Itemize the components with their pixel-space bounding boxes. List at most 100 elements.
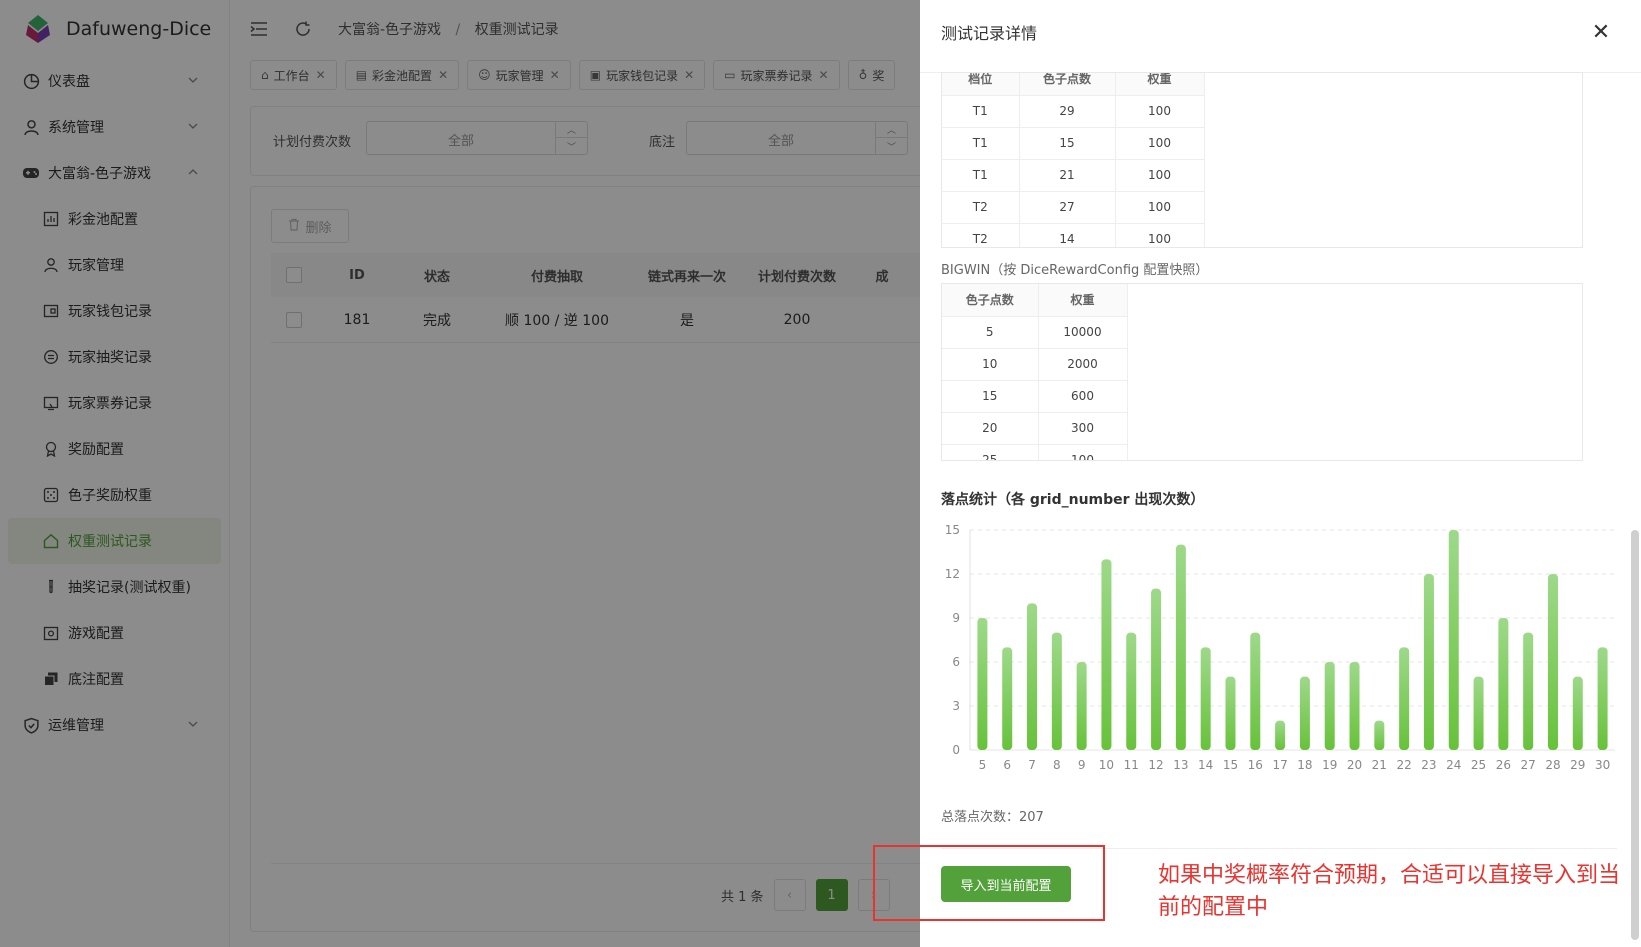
cell-weight: 300 — [1038, 412, 1128, 445]
bar — [1374, 720, 1385, 750]
bar — [1151, 588, 1162, 750]
table-row: T1 21 100 — [942, 159, 1205, 192]
cell-points: 21 — [1019, 159, 1116, 192]
modal-overlay[interactable] — [0, 0, 920, 947]
x-tick-label: 16 — [1248, 758, 1263, 772]
bar — [1473, 676, 1484, 750]
col-weight: 权重 — [1038, 284, 1128, 317]
col-weight: 权重 — [1115, 73, 1205, 96]
x-tick-label: 17 — [1272, 758, 1287, 772]
table-row: T2 14 100 — [942, 223, 1205, 247]
x-tick-label: 14 — [1198, 758, 1213, 772]
bar — [1597, 647, 1608, 750]
cell-weight: 100 — [1115, 223, 1205, 247]
cell-tier: T2 — [942, 223, 1020, 247]
x-tick-label: 18 — [1297, 758, 1312, 772]
table-row: T1 29 100 — [942, 95, 1205, 128]
table-header: 色子点数 权重 — [942, 284, 1128, 317]
bar — [1051, 632, 1062, 750]
table-row: 5 10000 — [942, 316, 1128, 349]
y-tick-label: 3 — [952, 699, 960, 713]
bar — [1399, 647, 1410, 750]
cell-weight: 100 — [1115, 159, 1205, 192]
x-tick-label: 5 — [979, 758, 987, 772]
bar — [1076, 662, 1087, 750]
x-tick-label: 10 — [1099, 758, 1114, 772]
bar — [1523, 632, 1534, 750]
bar — [1498, 618, 1509, 750]
cell-tier: T1 — [942, 159, 1020, 192]
col-tier: 档位 — [942, 73, 1020, 96]
table-row: 15 600 — [942, 380, 1128, 413]
x-tick-label: 7 — [1028, 758, 1036, 772]
cell-tier: T1 — [942, 127, 1020, 160]
table-row: 20 300 — [942, 412, 1128, 445]
cell-weight: 2000 — [1038, 348, 1128, 381]
cell-points: 10 — [942, 348, 1039, 381]
bar — [1547, 574, 1558, 750]
x-tick-label: 30 — [1595, 758, 1610, 772]
bar — [1126, 632, 1137, 750]
x-tick-label: 27 — [1521, 758, 1536, 772]
bar — [1101, 559, 1112, 750]
cell-points: 15 — [1019, 127, 1116, 160]
bar — [977, 618, 988, 750]
x-tick-label: 28 — [1545, 758, 1560, 772]
cell-points: 14 — [1019, 223, 1116, 247]
x-tick-label: 26 — [1496, 758, 1511, 772]
bar — [1200, 647, 1211, 750]
annotation-highlight-box — [873, 845, 1105, 921]
x-tick-label: 24 — [1446, 758, 1461, 772]
bar — [1299, 676, 1310, 750]
x-tick-label: 15 — [1223, 758, 1238, 772]
x-tick-label: 13 — [1173, 758, 1188, 772]
cell-weight: 100 — [1038, 444, 1128, 460]
bar — [1275, 720, 1286, 750]
bigwin-table-container[interactable]: 色子点数 权重 5 10000 10 2000 15 600 20 300 25 100 — [941, 283, 1583, 461]
table-row: T1 15 100 — [942, 127, 1205, 160]
chart-title: 落点统计（各 grid_number 出现次数） — [941, 492, 1205, 508]
bar — [1225, 676, 1236, 750]
bar — [1423, 574, 1434, 750]
tier-table-container[interactable]: 档位 色子点数 权重 T1 29 100 T1 15 100 T1 21 100 T2 27 1… — [941, 72, 1583, 248]
annotation-text: 如果中奖概率符合预期，合适可以直接导入到当前的配置中 — [1158, 863, 1621, 920]
bar — [1572, 676, 1583, 750]
cell-weight: 100 — [1115, 95, 1205, 128]
x-tick-label: 23 — [1421, 758, 1436, 772]
tier-table: 档位 色子点数 权重 T1 29 100 T1 15 100 T1 21 100 T2 27 1… — [942, 73, 1205, 247]
bar — [1027, 603, 1038, 750]
x-tick-label: 9 — [1078, 758, 1086, 772]
cell-tier: T1 — [942, 95, 1020, 128]
bar — [1324, 662, 1335, 750]
cell-points: 5 — [942, 316, 1039, 349]
cell-points: 27 — [1019, 191, 1116, 224]
cell-weight: 600 — [1038, 380, 1128, 413]
x-tick-label: 29 — [1570, 758, 1585, 772]
x-tick-label: 6 — [1003, 758, 1011, 772]
cell-points: 15 — [942, 380, 1039, 413]
x-tick-label: 21 — [1372, 758, 1387, 772]
x-tick-label: 25 — [1471, 758, 1486, 772]
cell-weight: 100 — [1115, 127, 1205, 160]
cell-points: 20 — [942, 412, 1039, 445]
total-count: 总落点次数：207 — [941, 810, 1044, 825]
grid-number-bar-chart: 0 3 6 9 12 15 5 6 7 8 9 10 11 12 13 14 15 16 17 18 19 20 21 22 2… — [945, 523, 1615, 772]
cell-tier: T2 — [942, 191, 1020, 224]
table-row: T2 27 100 — [942, 191, 1205, 224]
y-tick-label: 0 — [952, 743, 960, 757]
bar — [1448, 530, 1459, 750]
x-tick-label: 8 — [1053, 758, 1061, 772]
x-tick-label: 11 — [1124, 758, 1139, 772]
col-dice-points: 色子点数 — [942, 284, 1039, 317]
x-tick-label: 20 — [1347, 758, 1362, 772]
y-tick-label: 12 — [945, 567, 960, 581]
close-icon[interactable]: ✕ — [1589, 20, 1613, 45]
cell-weight: 10000 — [1038, 316, 1128, 349]
bigwin-table: 色子点数 权重 5 10000 10 2000 15 600 20 300 25 100 — [942, 284, 1128, 460]
drawer-title: 测试记录详情 — [941, 24, 1038, 43]
x-tick-label: 22 — [1396, 758, 1411, 772]
bar — [1250, 632, 1261, 750]
table-row: 25 100 — [942, 444, 1128, 460]
bigwin-caption: BIGWIN（按 DiceRewardConfig 配置快照） — [941, 263, 1209, 278]
x-tick-label: 19 — [1322, 758, 1337, 772]
